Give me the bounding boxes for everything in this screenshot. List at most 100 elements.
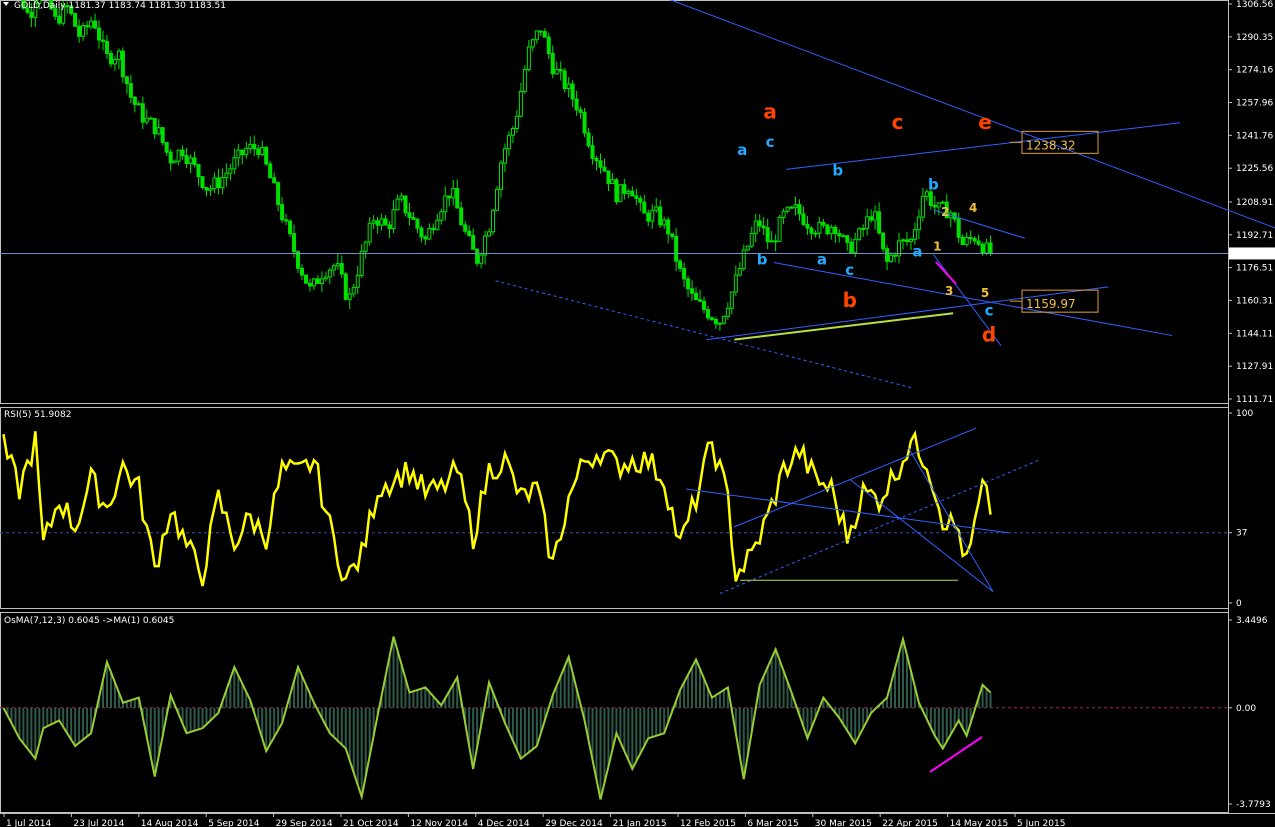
wave-label-5: 5 [981,286,989,300]
time-tick-label: 29 Sep 2014 [276,819,333,827]
candle-body [303,274,308,284]
candle-body [630,190,635,197]
channel-bottom-line [774,262,1173,337]
candle-body [797,204,802,215]
candle-body [451,188,456,199]
price-tick-label: 1306.56 [1236,0,1273,10]
candle-body [407,212,412,218]
candle-body [367,222,372,243]
main-chart-title: GOLD,Daily 1181.37 1183.74 1181.30 1183.… [14,1,226,11]
price-tick-label: 1241.76 [1236,131,1273,141]
candle-body [228,168,233,174]
candle-body [893,254,898,257]
candle-body [682,267,687,280]
candle-body [626,190,631,194]
candle-body [741,249,746,270]
price-tick-label: 1176.51 [1236,264,1273,274]
chart-menu-icon [3,2,9,6]
candle-body [77,25,82,37]
candle-body [311,278,316,287]
candle-body [379,218,384,226]
candle-body [148,117,153,120]
candle-body [578,109,583,113]
candle-body [813,232,818,235]
candle-body [622,184,627,194]
candle-body [307,282,312,287]
candle-body [825,224,830,235]
osma-tick-label: 0.00 [1236,704,1256,714]
candle-body [220,177,225,189]
candle-body [97,27,102,41]
rsi-tick-label: 37 [1236,529,1247,539]
candle-body [435,219,440,231]
candle-body [885,248,890,262]
candle-body [81,25,86,37]
candle-body [853,238,858,254]
candle-body [196,164,201,178]
candle-body [829,226,834,235]
candle-body [172,160,177,164]
candle-body [419,227,424,238]
time-tick-label: 14 Aug 2014 [141,819,199,827]
candle-body [793,204,798,208]
rsi-line [2,429,992,587]
candle-body [391,209,396,230]
time-tick-label: 21 Jan 2015 [613,819,667,827]
candle-body [765,227,770,243]
wave-label-c: c [892,110,904,134]
candle-body [562,70,567,90]
candle-body [208,188,213,191]
time-tick-label: 12 Nov 2014 [410,819,468,827]
candle-body [646,212,651,222]
time-tick-label: 4 Dec 2014 [478,819,530,827]
candle-body [570,83,575,100]
candle-body [654,206,659,211]
candle-body [610,179,615,184]
candle-body [821,221,826,226]
candle-body [423,236,428,240]
candle-body [877,211,882,234]
candle-body [85,25,90,28]
candle-body [57,15,62,24]
wave-label-c: c [766,133,775,151]
candle-body [650,209,655,222]
candle-body [550,52,555,75]
wave-label-3: 3 [945,284,953,298]
wave-label-b: b [928,176,939,194]
candle-body [200,176,205,189]
rsi-tick-label: 0 [1236,599,1242,609]
candle-body [900,239,905,242]
candle-body [240,149,245,156]
price-tick-label: 1111.71 [1236,395,1273,405]
price-label-text: 1238.32 [1026,138,1076,152]
candle-body [323,276,328,280]
candle-body [538,30,543,33]
candle-body [865,216,870,229]
price-tick-label: 1127.91 [1236,362,1273,372]
candle-body [502,148,507,164]
rsi-tick-label: 100 [1236,409,1253,419]
candle-body [658,206,663,226]
candle-body [773,240,778,243]
candle-body [363,241,368,252]
candle-body [618,184,623,203]
candle-body [487,231,492,237]
candle-body [690,288,695,294]
candle-body [849,241,854,254]
candle-body [602,166,607,172]
candle-body [124,76,129,85]
candle-body [467,230,472,237]
candle-body [475,248,480,264]
candle-body [662,219,667,226]
candle-body [757,220,762,227]
candle-body [93,20,98,29]
candle-body [817,221,822,234]
candle-body [598,160,603,168]
time-tick-label: 23 Jul 2014 [73,819,124,827]
candle-body [725,307,730,317]
time-tick-label: 22 Apr 2015 [882,819,938,827]
candle-body [132,96,137,105]
candle-body [694,292,699,301]
candle-body [439,211,444,221]
candle-body [180,149,185,157]
